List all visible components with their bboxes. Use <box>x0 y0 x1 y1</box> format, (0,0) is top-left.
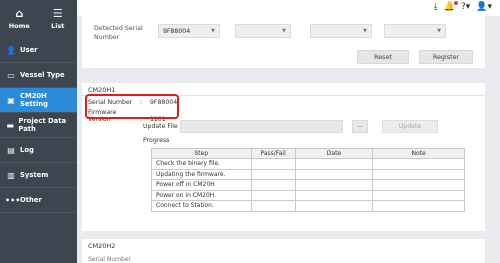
detected-serial-card: Detected Serial Number 9F88004 ▼ ▼ ▼ ▼ R… <box>82 16 485 68</box>
pass-fail-cell <box>250 158 296 170</box>
serial-select-2[interactable]: ▼ <box>235 24 291 38</box>
browse-button[interactable]: ... <box>352 120 368 133</box>
step-cell: Updating the firmware. <box>151 168 252 180</box>
top-bar-icons: ⤓ 🔔 ?▾ 👤▾ <box>434 1 492 12</box>
sidebar-item-label: Vessel Type <box>20 71 65 79</box>
date-cell <box>294 158 374 170</box>
serial-select-value: 9F88004 <box>163 28 191 35</box>
progress-label: Progress <box>143 137 170 144</box>
cm20h2-serial-label: Serial Number <box>88 256 131 263</box>
note-cell <box>372 189 465 201</box>
vessel-icon: ▭ <box>7 70 15 80</box>
step-cell: Power off in CM20H <box>151 179 252 191</box>
top-bar: ⤓ 🔔 ?▾ 👤▾ <box>77 0 500 16</box>
sidebar-item-label: Log <box>20 146 34 154</box>
chevron-down-icon: ▼ <box>363 28 367 34</box>
sidebar-item-label: CM20H Setting <box>19 92 48 108</box>
help-icon[interactable]: ?▾ <box>461 2 470 12</box>
update-file-label: Update File <box>143 123 178 130</box>
notification-badge <box>453 1 458 5</box>
serial-select-3[interactable]: ▼ <box>310 24 372 38</box>
list-icon: ☰ <box>52 7 63 20</box>
serial-select-4[interactable]: ▼ <box>384 24 446 38</box>
chevron-down-icon: ▼ <box>437 28 441 34</box>
sidebar-item-label: Project Data Path <box>18 117 67 133</box>
column-header-pass-fail: Pass/Fail <box>250 148 296 159</box>
note-cell <box>372 200 465 212</box>
more-icon: ••• <box>5 195 21 205</box>
update-button[interactable]: Update <box>382 120 438 133</box>
pass-fail-cell <box>250 200 296 212</box>
table-row: Updating the firmware. <box>151 168 465 180</box>
table-header-row: Step Pass/Fail Date Note <box>151 148 465 159</box>
highlight-annotation-box <box>85 94 179 119</box>
sidebar-item-user[interactable]: 👤 User <box>0 38 77 63</box>
system-icon: ▥ <box>7 170 15 180</box>
sidebar-top: ⌂ Home ☰ List <box>0 0 77 38</box>
sidebar-item-system[interactable]: ▥ System <box>0 163 77 188</box>
step-cell: Connect to Station. <box>151 200 252 212</box>
home-label: Home <box>8 22 30 30</box>
column-header-note: Note <box>372 148 465 159</box>
reset-button[interactable]: Reset <box>357 50 409 64</box>
column-header-date: Date <box>294 148 374 159</box>
note-cell <box>372 158 465 170</box>
home-button[interactable]: ⌂ Home <box>0 0 39 38</box>
sidebar-item-cm20h-setting[interactable]: ▣ CM20H Setting <box>0 88 77 113</box>
chevron-down-icon: ▼ <box>282 28 286 34</box>
progress-table: Step Pass/Fail Date Note Check the binar… <box>151 148 465 212</box>
sidebar-item-label: System <box>20 171 49 179</box>
date-cell <box>294 200 374 212</box>
detected-serial-label: Detected Serial Number <box>94 25 143 41</box>
pass-fail-cell <box>250 179 296 191</box>
list-label: List <box>51 22 65 30</box>
folder-icon: ▬ <box>6 120 14 130</box>
step-cell: Power on in CM20H <box>151 189 252 201</box>
date-cell <box>294 168 374 180</box>
chevron-down-icon: ▼ <box>211 28 215 34</box>
register-button[interactable]: Register <box>419 50 473 64</box>
note-cell <box>372 179 465 191</box>
list-button[interactable]: ☰ List <box>39 0 78 38</box>
sidebar-item-log[interactable]: ▤ Log <box>0 138 77 163</box>
user-gear-icon: 👤 <box>6 45 16 55</box>
table-row: Check the binary file. <box>151 158 465 170</box>
date-cell <box>294 179 374 191</box>
sidebar-item-project-data-path[interactable]: ▬ Project Data Path <box>0 113 77 138</box>
sidebar-item-other[interactable]: ••• Other <box>0 188 77 213</box>
table-row: Power off in CM20H <box>151 179 465 191</box>
pass-fail-cell <box>250 189 296 201</box>
home-icon: ⌂ <box>15 7 24 20</box>
sidebar-item-label: Other <box>20 196 42 204</box>
sidebar: ⌂ Home ☰ List 👤 User ▭ Vessel Type ▣ CM2… <box>0 0 77 263</box>
table-row: Power on in CM20H <box>151 189 465 201</box>
serial-select-1[interactable]: 9F88004 ▼ <box>158 24 220 38</box>
log-icon: ▤ <box>7 145 15 155</box>
pass-fail-cell <box>250 168 296 180</box>
step-cell: Check the binary file. <box>151 158 252 170</box>
note-cell <box>372 168 465 180</box>
sidebar-item-label: User <box>20 46 38 54</box>
update-file-input[interactable] <box>180 120 343 133</box>
user-account-icon[interactable]: 👤▾ <box>476 2 492 12</box>
date-cell <box>294 189 374 201</box>
table-row: Connect to Station. <box>151 200 465 212</box>
cm20h2-card: CM20H2 Serial Number <box>82 239 485 263</box>
notification-bell-icon[interactable]: 🔔 <box>444 1 458 12</box>
cm20h2-title: CM20H2 <box>88 242 116 250</box>
sidebar-item-vessel-type[interactable]: ▭ Vessel Type <box>0 63 77 88</box>
column-header-step: Step <box>151 148 252 159</box>
device-settings-icon: ▣ <box>7 95 15 105</box>
download-icon[interactable]: ⤓ <box>434 2 438 12</box>
